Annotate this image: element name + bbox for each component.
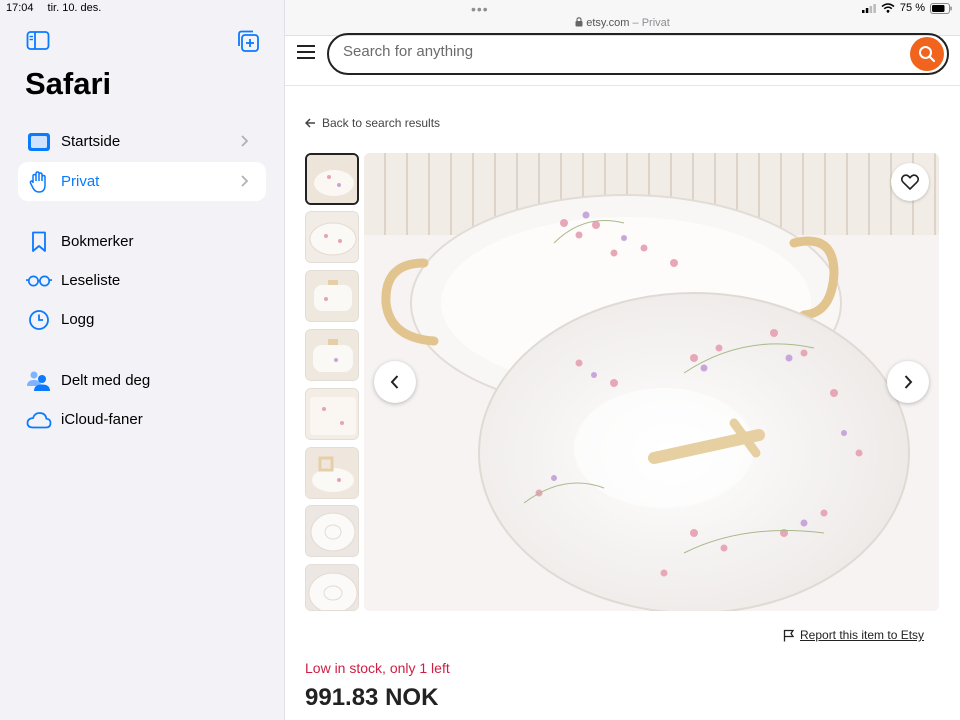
sidebar-item-icloud-faner[interactable]: iCloud-faner [18,400,266,439]
search-input[interactable] [343,43,863,60]
new-tab-group-icon[interactable] [236,30,260,52]
product-main-image[interactable] [364,153,939,611]
sidebar-item-label: Logg [61,311,95,328]
sidebar-toggle-icon[interactable] [26,30,50,52]
shared-with-you-icon [26,369,52,393]
cellular-signal-icon [861,3,876,13]
sidebar-item-label: Startside [61,133,121,150]
sidebar-item-privat[interactable]: Privat [18,162,266,201]
sidebar-item-logg[interactable]: Logg [18,300,266,339]
report-item-link[interactable]: Report this item to Etsy [783,628,924,642]
multitasking-dots-icon[interactable]: ••• [471,1,489,17]
status-date: tir. 10. des. [47,2,102,14]
chevron-right-icon [904,375,913,389]
hamburger-menu-icon[interactable] [297,45,315,59]
sidebar-item-label: iCloud-faner [61,411,143,428]
product-thumbnail[interactable] [305,564,359,611]
bookmark-icon [26,230,52,254]
sidebar-item-startside[interactable]: Startside [18,122,266,161]
chevron-left-icon [390,375,399,389]
sidebar-item-label: Privat [61,173,100,190]
sidebar-title: Safari [25,66,112,101]
favorite-button[interactable] [891,163,929,201]
product-thumbnail[interactable] [305,211,359,263]
product-thumbnail[interactable] [305,329,359,381]
flag-icon [783,629,795,641]
back-link-label: Back to search results [322,116,441,130]
next-image-button[interactable] [887,361,929,403]
status-bar-right: 75 % [861,2,952,14]
product-thumbnail[interactable] [305,388,359,440]
sidebar-item-label: Leseliste [61,272,121,289]
chevron-right-icon [241,175,249,187]
private-hand-icon [26,170,52,194]
url-text: etsy.com [586,17,630,29]
heart-icon [901,174,919,190]
battery-icon [930,2,952,14]
search-button[interactable] [910,37,944,71]
private-mode-label: Privat [641,17,670,29]
status-time: 17:04 [6,2,34,14]
product-price: 991.83 NOK [305,684,439,711]
porcelain-tureen-photo [364,153,939,611]
arrow-left-icon [305,118,315,128]
battery-percent: 75 % [899,2,925,14]
url-display[interactable]: etsy.com – Privat [285,17,960,29]
back-to-results-link[interactable]: Back to search results [305,116,440,130]
address-bar: ••• etsy.com – Privat 75 % [285,0,960,36]
sidebar-item-bokmerker[interactable]: Bokmerker [18,222,266,261]
wifi-icon [881,3,895,13]
start-page-icon [26,130,52,154]
sidebar-item-delt-med-deg[interactable]: Delt med deg [18,361,266,400]
chevron-right-icon [241,135,249,147]
lock-icon [575,17,583,27]
status-bar-left: 17:04 tir. 10. des. [6,2,101,14]
product-thumbnail[interactable] [305,505,359,557]
product-thumbnail[interactable] [305,270,359,322]
product-thumbnail[interactable] [305,447,359,499]
browser-content: ••• etsy.com – Privat 75 % Back to searc… [285,0,960,720]
search-icon [919,46,936,63]
product-thumbnail[interactable] [305,153,359,205]
reading-list-glasses-icon [26,269,52,293]
search-bar [327,33,949,75]
etsy-header [285,33,960,86]
icloud-icon [26,408,52,432]
report-item-label: Report this item to Etsy [800,628,925,642]
history-clock-icon [26,308,52,332]
previous-image-button[interactable] [374,361,416,403]
sidebar-item-leseliste[interactable]: Leseliste [18,261,266,300]
sidebar-item-label: Delt med deg [61,372,151,389]
safari-sidebar: 17:04 tir. 10. des. Safari Startside Pri… [0,0,285,720]
stock-status: Low in stock, only 1 left [305,660,450,676]
sidebar-item-label: Bokmerker [61,233,134,250]
